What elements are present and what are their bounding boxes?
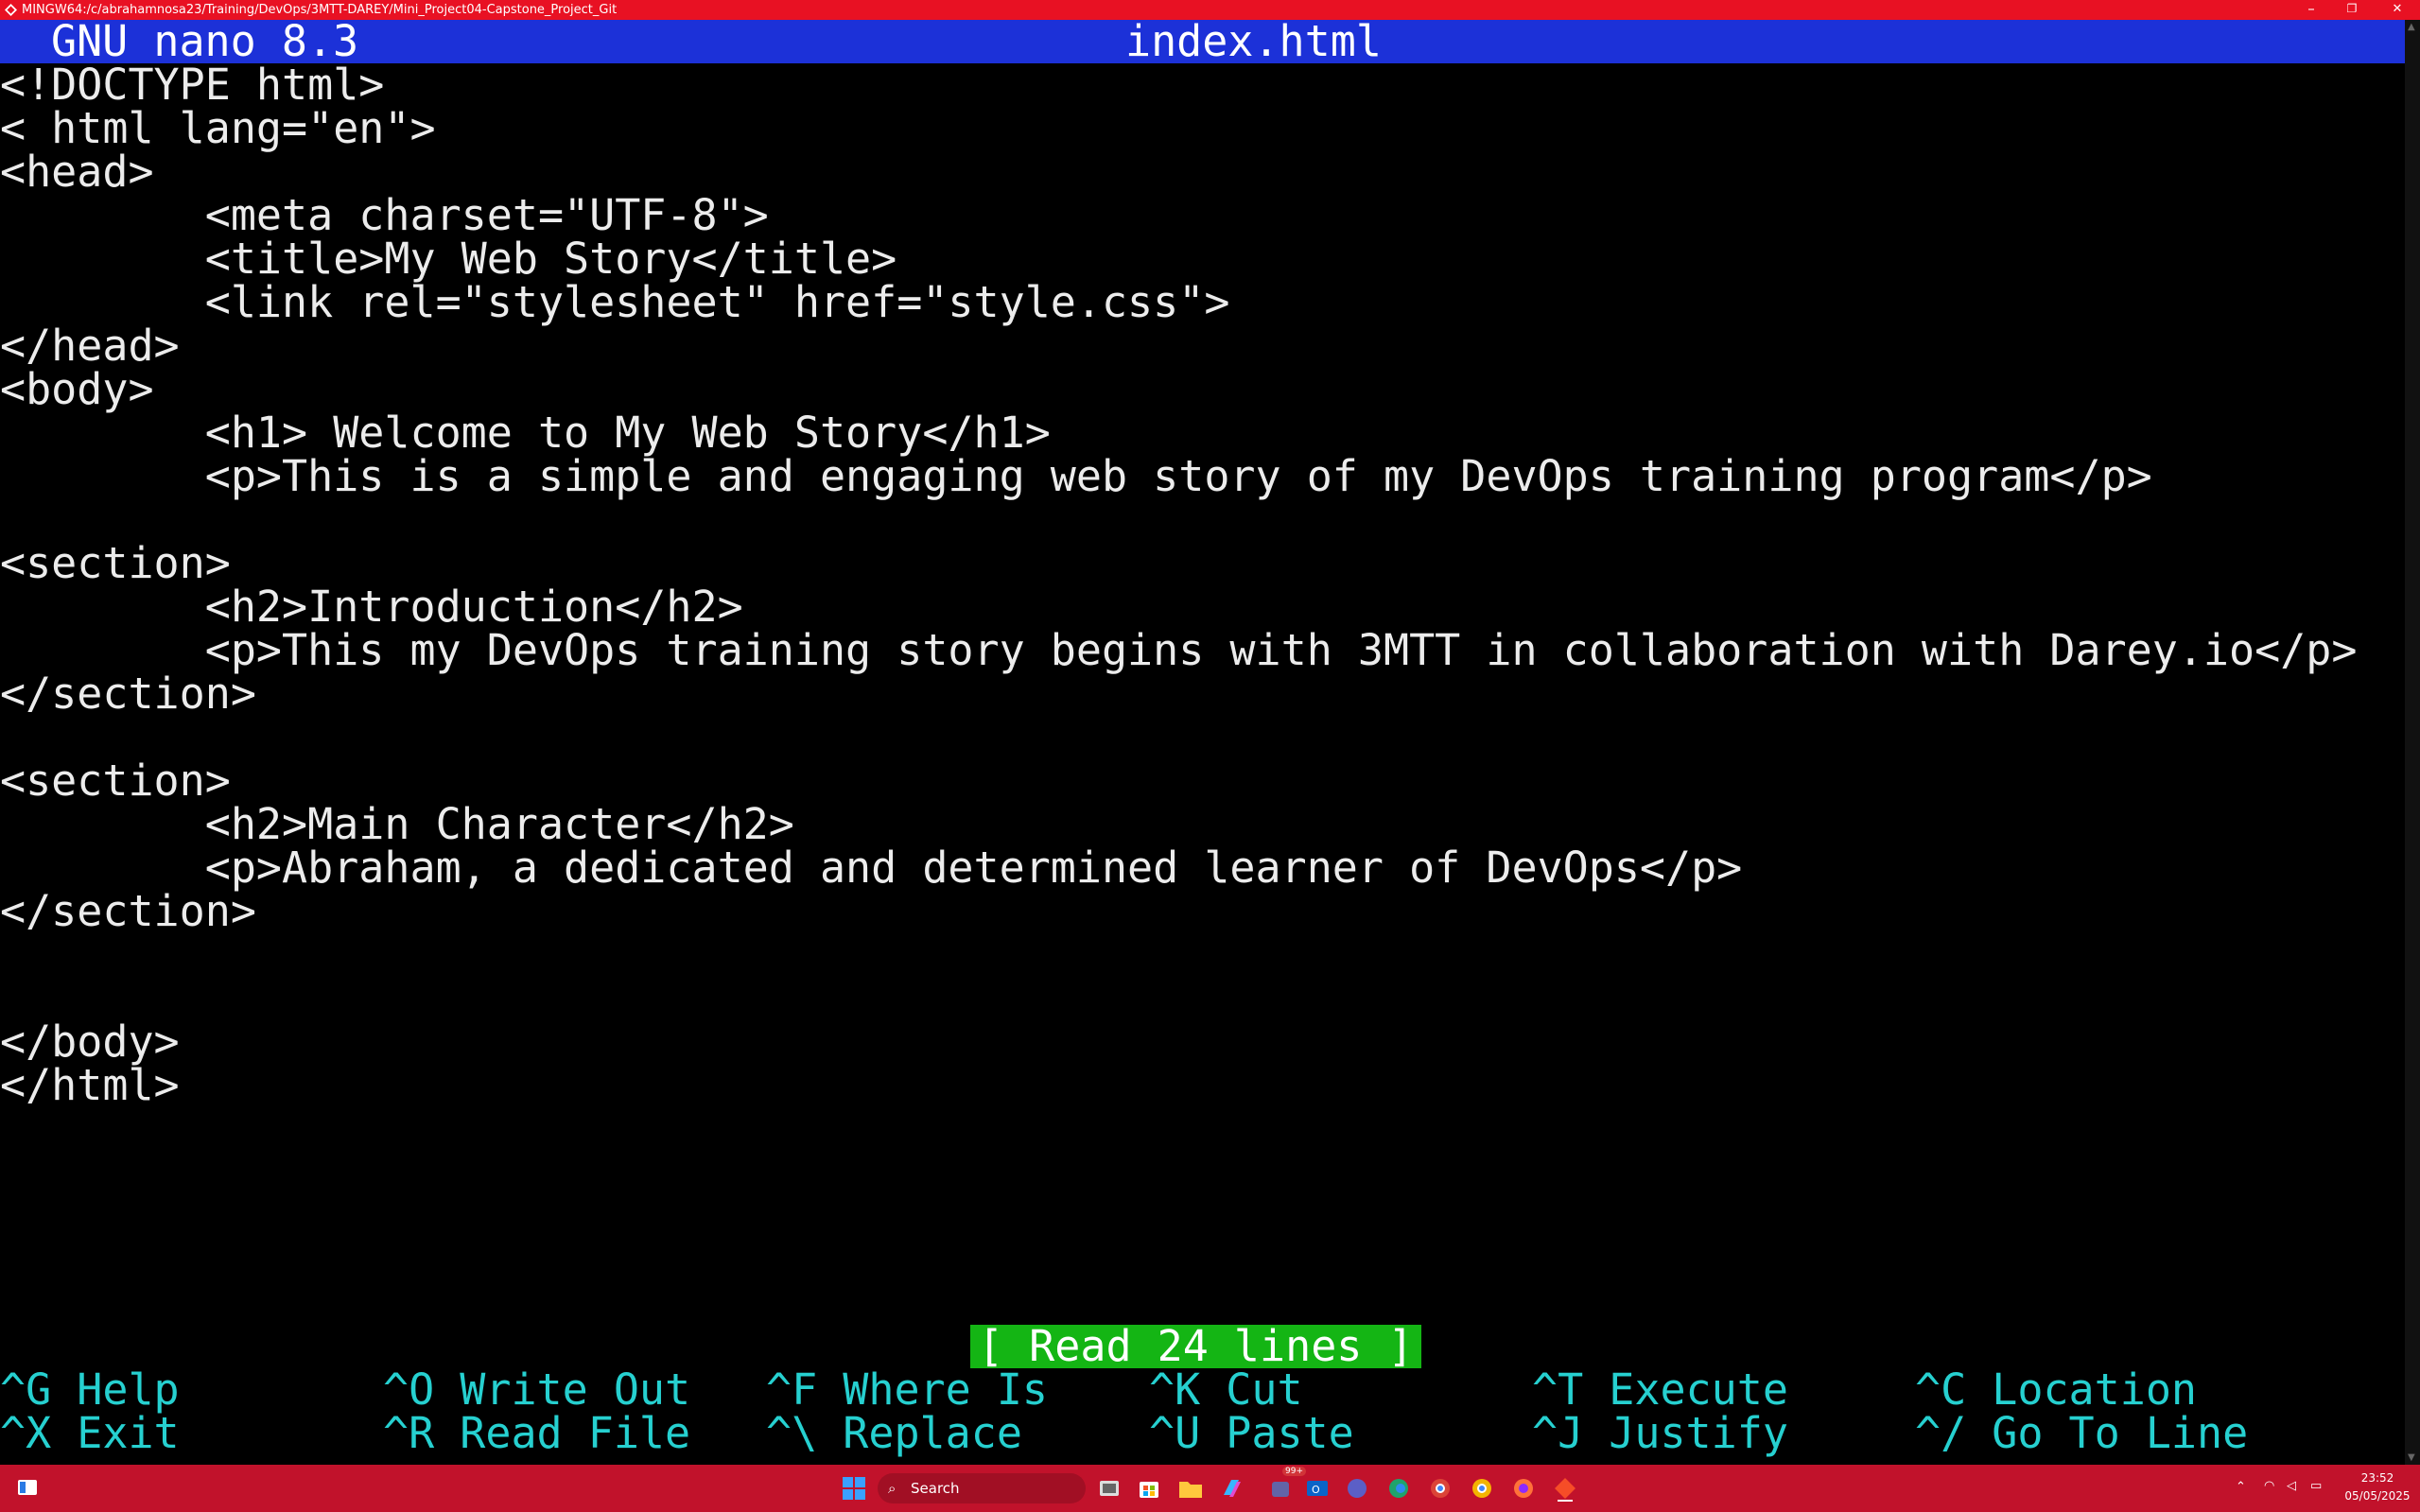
- shortcut-cut[interactable]: ^K Cut: [1149, 1368, 1303, 1412]
- editor-line[interactable]: <body>: [0, 368, 154, 411]
- shortcut-location[interactable]: ^C Location: [1915, 1368, 2197, 1412]
- search-placeholder: Search: [911, 1480, 960, 1497]
- teams-work-icon[interactable]: [1343, 1474, 1371, 1503]
- svg-text:O: O: [1312, 1484, 1320, 1496]
- editor-line[interactable]: <h2>Introduction</h2>: [0, 585, 743, 629]
- shortcut-label: Paste: [1226, 1408, 1354, 1458]
- editor-line[interactable]: <!DOCTYPE html>: [0, 63, 384, 107]
- teams-icon[interactable]: 99+: [1267, 1467, 1306, 1503]
- windows-start-icon[interactable]: [840, 1474, 868, 1503]
- shortcut-exit[interactable]: ^X Exit: [0, 1412, 180, 1455]
- minimize-button[interactable]: –: [2295, 0, 2327, 20]
- editor-line[interactable]: </section>: [0, 890, 256, 933]
- nano-header: GNU nano 8.3 index.html: [0, 20, 2405, 63]
- tray-chevron-icon[interactable]: ⌃: [2236, 1480, 2246, 1494]
- shortcut-go-to-line[interactable]: ^/ Go To Line: [1915, 1412, 2248, 1455]
- scroll-up-icon[interactable]: ▲: [2408, 22, 2415, 32]
- shortcut-justify[interactable]: ^J Justify: [1532, 1412, 1788, 1455]
- shortcut-execute[interactable]: ^T Execute: [1532, 1368, 1788, 1412]
- editor-line[interactable]: <p>Abraham, a dedicated and determined l…: [0, 846, 1743, 890]
- shortcut-paste[interactable]: ^U Paste: [1149, 1412, 1354, 1455]
- shortcut-key: ^/: [1915, 1408, 1967, 1458]
- git-bash-icon: [5, 4, 17, 16]
- shortcut-read-file[interactable]: ^R Read File: [383, 1412, 690, 1455]
- shortcut-label: Go To Line: [1992, 1408, 2249, 1458]
- shortcut-key: ^J: [1532, 1408, 1584, 1458]
- scroll-down-icon[interactable]: ▼: [2408, 1452, 2415, 1463]
- maximize-button[interactable]: ❐: [2336, 0, 2368, 20]
- copilot-icon[interactable]: [1218, 1474, 1246, 1503]
- editor-line[interactable]: <p>This is a simple and engaging web sto…: [0, 455, 2152, 498]
- terminal-scrollbar[interactable]: ▲ ▼: [2405, 20, 2420, 1465]
- shortcut-replace[interactable]: ^\ Replace: [766, 1412, 1022, 1455]
- edge-icon[interactable]: [1384, 1474, 1413, 1503]
- shortcut-label: Exit: [77, 1408, 180, 1458]
- clock-time: 23:52: [2360, 1471, 2394, 1485]
- editor-line[interactable]: </html>: [0, 1064, 180, 1107]
- nano-version: GNU nano 8.3: [51, 16, 359, 66]
- chrome-icon[interactable]: [1426, 1474, 1454, 1503]
- battery-icon[interactable]: ▭: [2310, 1479, 2322, 1493]
- shortcut-key: ^\: [766, 1408, 818, 1458]
- taskbar-clock[interactable]: 23:52 05/05/2025: [2340, 1469, 2415, 1505]
- shortcut-help[interactable]: ^G Help: [0, 1368, 180, 1412]
- editor-line[interactable]: <p>This my DevOps training story begins …: [0, 629, 2358, 672]
- taskbar: ⌕ Search 99+ O ⌃ ◠ ◁ ▭ 23:52 05/05/2025: [0, 1465, 2420, 1512]
- chrome-profile-icon[interactable]: [1468, 1474, 1496, 1503]
- status-message: [ Read 24 lines ]: [970, 1325, 1421, 1368]
- editor-line[interactable]: <meta charset="UTF-8">: [0, 194, 769, 237]
- wifi-icon[interactable]: ◠: [2264, 1479, 2274, 1493]
- editor-line[interactable]: </body>: [0, 1020, 180, 1064]
- task-view-icon[interactable]: [1095, 1474, 1123, 1503]
- editor-line[interactable]: <title>My Web Story</title>: [0, 237, 897, 281]
- git-bash-taskbar-icon[interactable]: [1551, 1474, 1579, 1503]
- editor-line[interactable]: <link rel="stylesheet" href="style.css">: [0, 281, 1230, 324]
- close-button[interactable]: ✕: [2381, 0, 2413, 20]
- editor-line[interactable]: </section>: [0, 672, 256, 716]
- editor-line[interactable]: <h2>Main Character</h2>: [0, 803, 794, 846]
- firefox-icon[interactable]: [1509, 1474, 1538, 1503]
- shortcut-label: Replace: [843, 1408, 1022, 1458]
- editor-line[interactable]: <section>: [0, 542, 231, 585]
- editor-line[interactable]: < html lang="en">: [0, 107, 436, 150]
- nano-filename: index.html: [1125, 16, 1382, 66]
- widgets-icon[interactable]: [17, 1477, 38, 1498]
- store-icon[interactable]: [1135, 1474, 1163, 1503]
- shortcut-label: Justify: [1609, 1408, 1788, 1458]
- taskbar-search[interactable]: ⌕ Search: [878, 1473, 1086, 1503]
- shortcut-key: ^R: [383, 1408, 435, 1458]
- terminal-area[interactable]: GNU nano 8.3 index.html <!DOCTYPE html> <…: [0, 20, 2405, 1465]
- search-icon: ⌕: [888, 1480, 897, 1497]
- volume-icon[interactable]: ◁: [2287, 1479, 2296, 1493]
- shortcut-where-is[interactable]: ^F Where Is: [766, 1368, 1048, 1412]
- clock-date: 05/05/2025: [2344, 1489, 2411, 1503]
- shortcut-key: ^X: [0, 1408, 52, 1458]
- editor-line[interactable]: <section>: [0, 759, 231, 803]
- shortcut-write-out[interactable]: ^O Write Out: [383, 1368, 690, 1412]
- outlook-icon[interactable]: O: [1303, 1474, 1332, 1503]
- shortcut-label: Read File: [460, 1408, 691, 1458]
- file-explorer-icon[interactable]: [1176, 1474, 1205, 1503]
- shortcut-key: ^U: [1149, 1408, 1201, 1458]
- editor-line[interactable]: <h1> Welcome to My Web Story</h1>: [0, 411, 1051, 455]
- editor-line[interactable]: </head>: [0, 324, 180, 368]
- editor-line[interactable]: <head>: [0, 150, 154, 194]
